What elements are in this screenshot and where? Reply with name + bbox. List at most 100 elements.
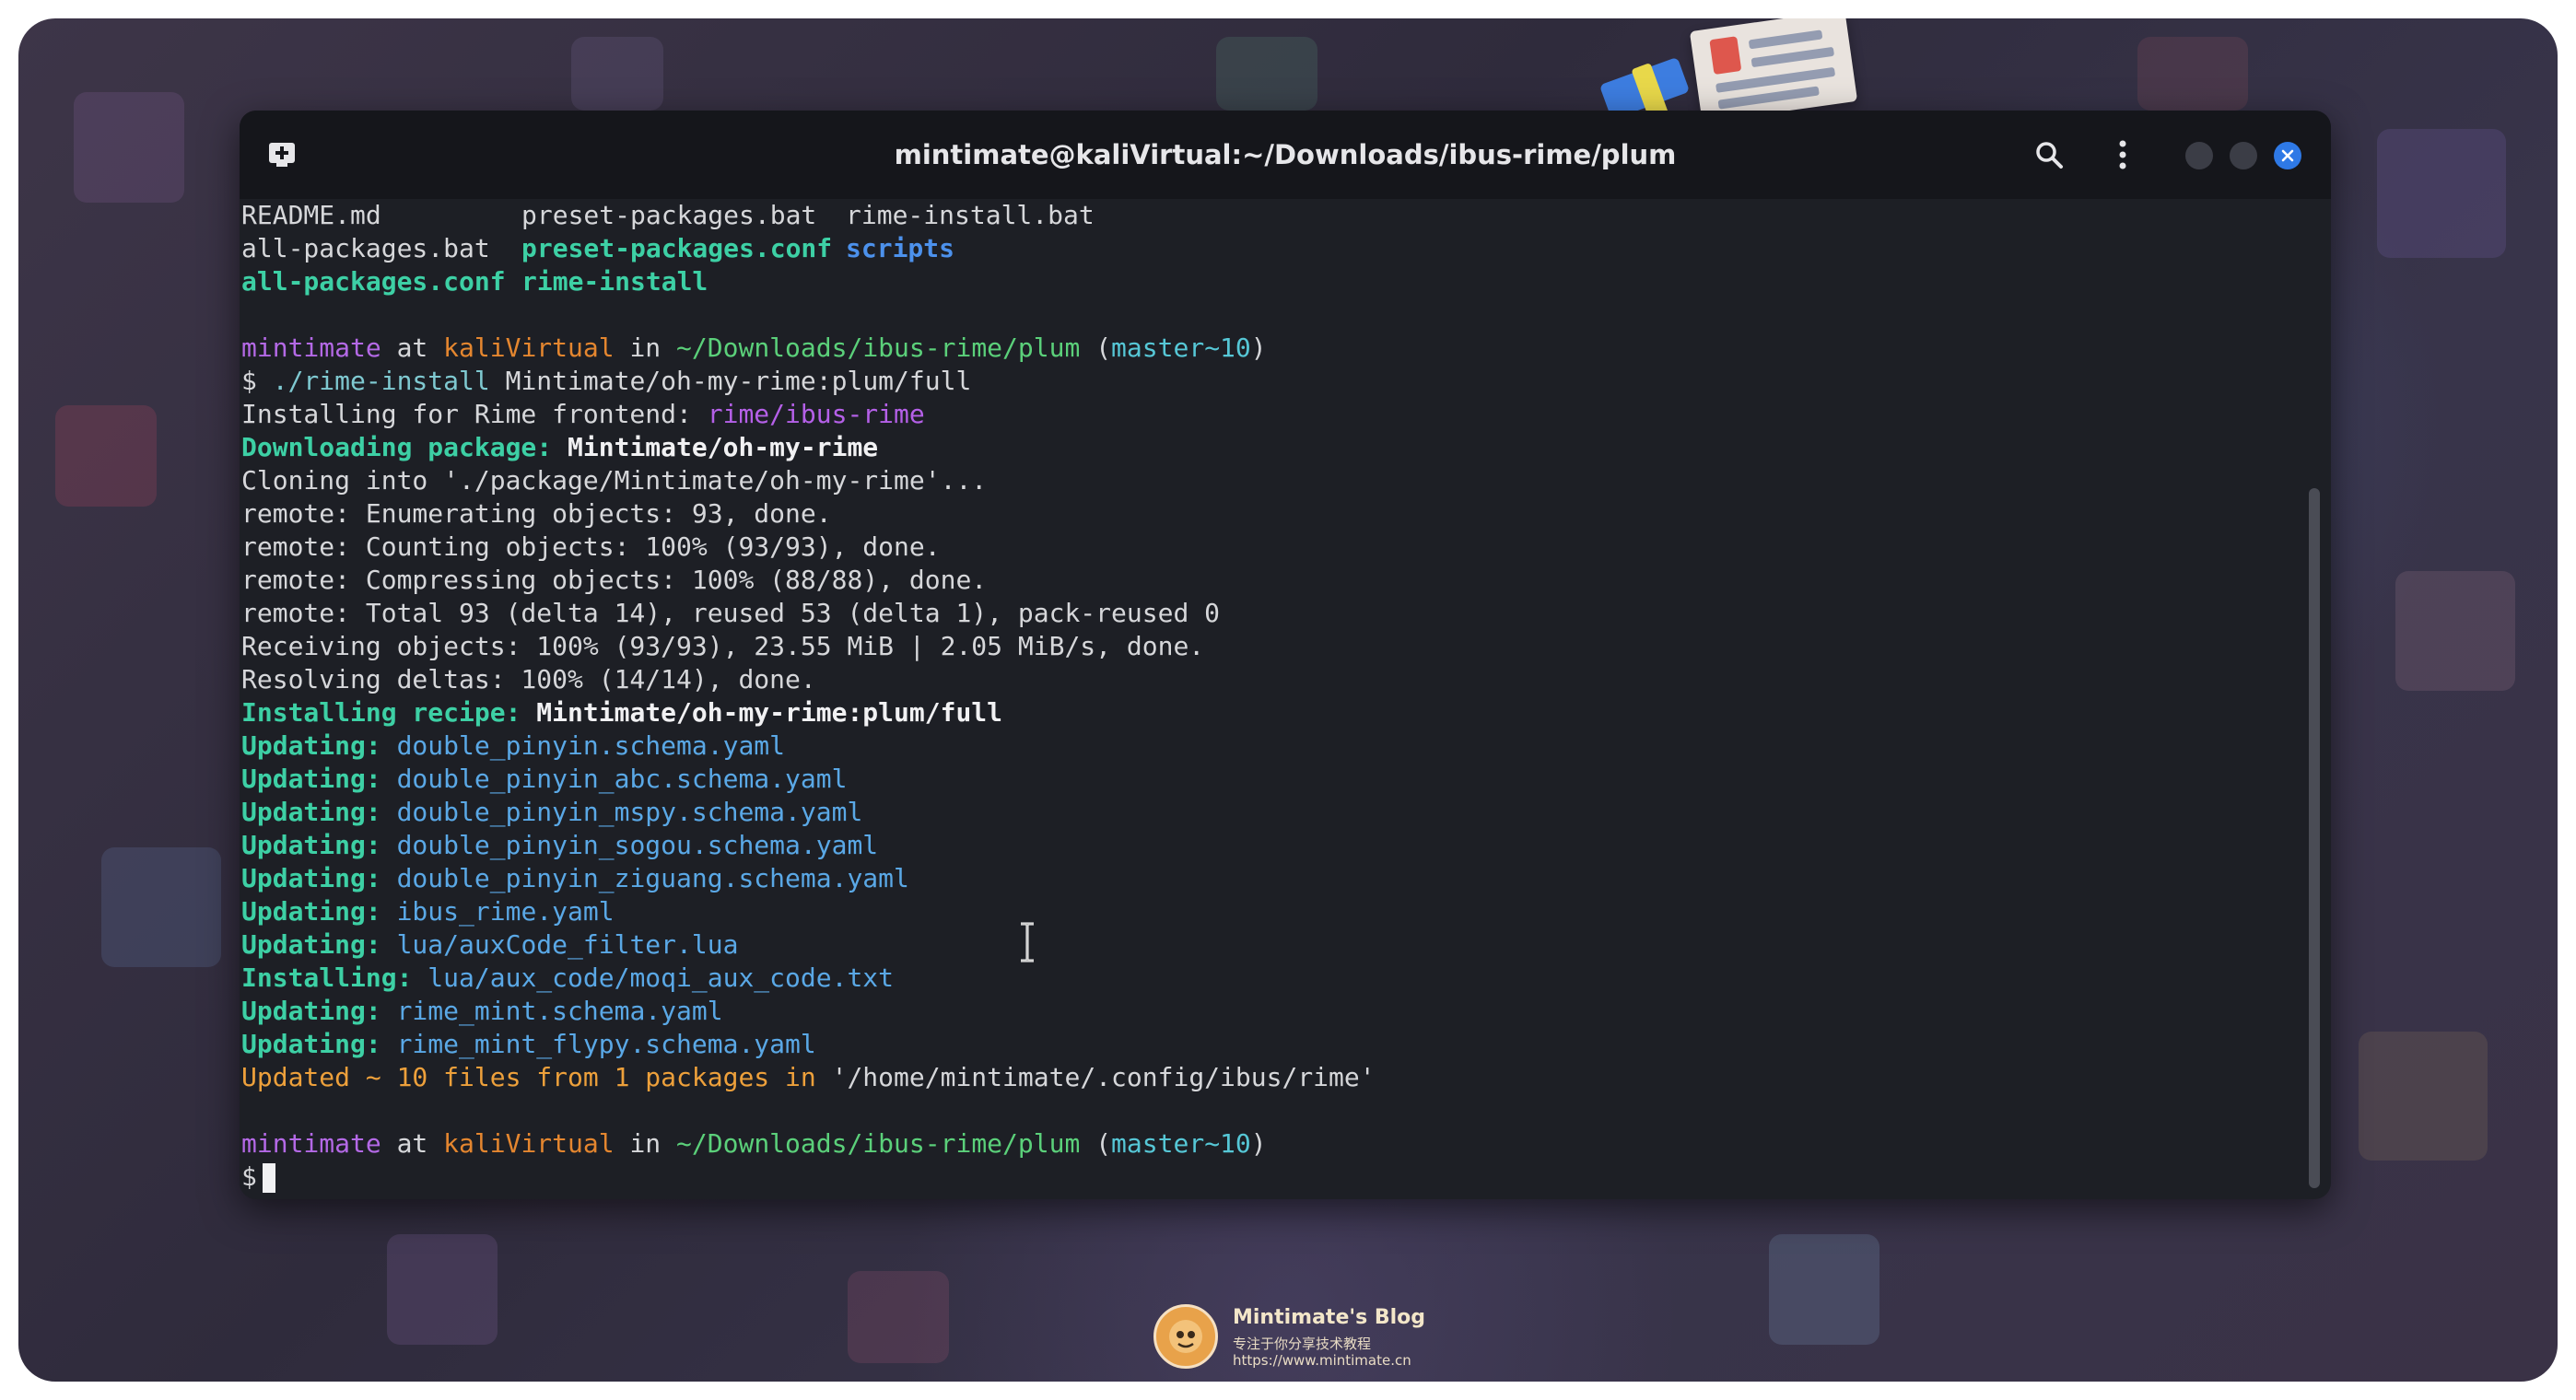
watermark-title: Mintimate's Blog	[1233, 1306, 1426, 1329]
prompt-at: at	[396, 1128, 428, 1159]
file-update-line: Updating: double_pinyin_mspy.schema.yaml	[241, 796, 862, 829]
output-line: remote: Total 93 (delta 14), reused 53 (…	[241, 598, 1221, 628]
scrollbar[interactable]	[2309, 488, 2320, 1188]
prompt-open-paren: (	[1095, 1128, 1112, 1159]
ls-entry: rime-install	[521, 266, 708, 297]
prompt-close-paren: )	[1250, 1128, 1267, 1159]
wallpaper-tile	[2395, 571, 2515, 691]
prompt-user: mintimate	[241, 1128, 381, 1159]
minimize-icon[interactable]	[2185, 142, 2213, 169]
ls-row: all-packages.conf rime-install	[240, 265, 708, 298]
file-action: Updating:	[241, 730, 381, 761]
new-tab-icon[interactable]	[263, 136, 300, 173]
file-update-line: Updating: lua/auxCode_filter.lua	[241, 928, 738, 962]
file-name: rime_mint.schema.yaml	[396, 996, 723, 1026]
prompt-host: kaliVirtual	[443, 1128, 615, 1159]
close-icon[interactable]	[2274, 142, 2301, 169]
ls-entry: rime-install.bat	[846, 200, 1095, 230]
prompt-host: kaliVirtual	[443, 332, 615, 363]
wallpaper-tile	[74, 92, 184, 203]
file-update-line: Updating: double_pinyin_sogou.schema.yam…	[241, 829, 878, 862]
wallpaper-tile	[2377, 129, 2506, 258]
output-line: Receiving objects: 100% (93/93), 23.55 M…	[241, 631, 1205, 661]
ls-entry: README.md	[241, 200, 381, 230]
ibeam-pointer-icon	[1018, 922, 1036, 966]
ls-entry: all-packages.bat	[241, 233, 490, 263]
output-line: remote: Enumerating objects: 93, done.	[241, 498, 832, 529]
ls-entry: preset-packages.conf	[521, 233, 833, 263]
prompt-branch: master~10	[1111, 1128, 1251, 1159]
file-name: double_pinyin_ziguang.schema.yaml	[396, 863, 909, 893]
output-line: Resolving deltas: 100% (14/14), done.	[241, 664, 816, 694]
prompt-open-paren: (	[1095, 332, 1112, 363]
file-action: Updating:	[241, 996, 381, 1026]
wallpaper-tile	[1769, 1234, 1879, 1345]
output-label: Downloading package:	[241, 432, 568, 462]
wallpaper-tile	[387, 1234, 498, 1345]
prompt-path: ~/Downloads/ibus-rime/plum	[676, 332, 1081, 363]
search-icon[interactable]	[2029, 134, 2069, 175]
file-action: Updating:	[241, 797, 381, 827]
output-label: Installing for Rime frontend:	[241, 399, 708, 429]
file-name: double_pinyin_abc.schema.yaml	[396, 764, 848, 794]
output-line: remote: Compressing objects: 100% (88/88…	[241, 565, 988, 595]
terminal-output[interactable]: README.md preset-packages.bat rime-insta…	[240, 199, 2311, 1199]
ls-entry: preset-packages.bat	[521, 200, 817, 230]
file-action: Updating:	[241, 1029, 381, 1059]
ls-row: all-packages.bat preset-packages.conf sc…	[240, 232, 954, 265]
recipe-name: Mintimate/oh-my-rime:plum/full	[536, 697, 1003, 728]
file-action: Installing:	[241, 962, 413, 993]
summary-text: Updated ~ 10 files from 1 packages in	[241, 1062, 832, 1092]
command-line: $ ./rime-install Mintimate/oh-my-rime:pl…	[241, 365, 971, 398]
prompt-in: in	[629, 1128, 662, 1159]
file-name: lua/auxCode_filter.lua	[396, 929, 739, 960]
file-name: lua/aux_code/moqi_aux_code.txt	[427, 962, 895, 993]
wallpaper-tile	[2137, 37, 2248, 111]
file-name: double_pinyin_mspy.schema.yaml	[396, 797, 863, 827]
input-line[interactable]: $	[241, 1161, 275, 1194]
prompt-at: at	[396, 332, 428, 363]
output-line: Installing recipe: Mintimate/oh-my-rime:…	[241, 696, 1002, 729]
prompt-user: mintimate	[241, 332, 381, 363]
wallpaper-tile	[2359, 1032, 2488, 1161]
ls-row: README.md preset-packages.bat rime-insta…	[240, 199, 1095, 232]
prompt-symbol: $	[241, 1161, 257, 1192]
wallpaper-tile	[101, 847, 221, 967]
wallpaper-tile	[55, 405, 157, 507]
prompt-branch: master~10	[1111, 332, 1251, 363]
terminal-window[interactable]: mintimate@kaliVirtual:~/Downloads/ibus-r…	[240, 111, 2331, 1199]
wallpaper-document-icon	[1689, 18, 1858, 123]
file-action: Updating:	[241, 929, 381, 960]
file-update-line: Updating: rime_mint.schema.yaml	[241, 995, 723, 1028]
file-name: ibus_rime.yaml	[396, 896, 615, 927]
prompt-in: in	[629, 332, 662, 363]
file-name: double_pinyin_sogou.schema.yaml	[396, 830, 879, 860]
prompt-path: ~/Downloads/ibus-rime/plum	[676, 1128, 1081, 1159]
kebab-menu-icon[interactable]	[2102, 134, 2143, 175]
package-name: Mintimate/oh-my-rime	[568, 432, 879, 462]
frontend-name: rime/ibus-rime	[707, 399, 925, 429]
watermark-url: https://www.mintimate.cn	[1233, 1352, 1411, 1369]
summary-path: '/home/mintimate/.config/ibus/rime'	[831, 1062, 1376, 1092]
prompt-symbol: $	[241, 366, 257, 396]
file-name: rime_mint_flypy.schema.yaml	[396, 1029, 816, 1059]
prompt-line: mintimate at kaliVirtual in ~/Downloads/…	[241, 1127, 1267, 1161]
file-action: Updating:	[241, 764, 381, 794]
file-action: Updating:	[241, 830, 381, 860]
file-action: Updating:	[241, 863, 381, 893]
wallpaper-tile	[1216, 37, 1317, 111]
file-action: Updating:	[241, 896, 381, 927]
output-label: Installing recipe:	[241, 697, 537, 728]
window-title: mintimate@kaliVirtual:~/Downloads/ibus-r…	[894, 139, 1677, 170]
title-bar[interactable]: mintimate@kaliVirtual:~/Downloads/ibus-r…	[240, 111, 2331, 199]
wallpaper-tile	[571, 37, 663, 111]
file-name: double_pinyin.schema.yaml	[396, 730, 786, 761]
ls-entry: all-packages.conf	[241, 266, 506, 297]
output-line: Installing for Rime frontend: rime/ibus-…	[241, 398, 925, 431]
output-line: remote: Counting objects: 100% (93/93), …	[241, 531, 941, 562]
wallpaper-tile	[848, 1271, 949, 1363]
command-argument: Mintimate/oh-my-rime:plum/full	[505, 366, 972, 396]
file-update-line: Updating: double_pinyin_abc.schema.yaml	[241, 763, 847, 796]
maximize-icon[interactable]	[2230, 142, 2257, 169]
prompt-close-paren: )	[1250, 332, 1267, 363]
